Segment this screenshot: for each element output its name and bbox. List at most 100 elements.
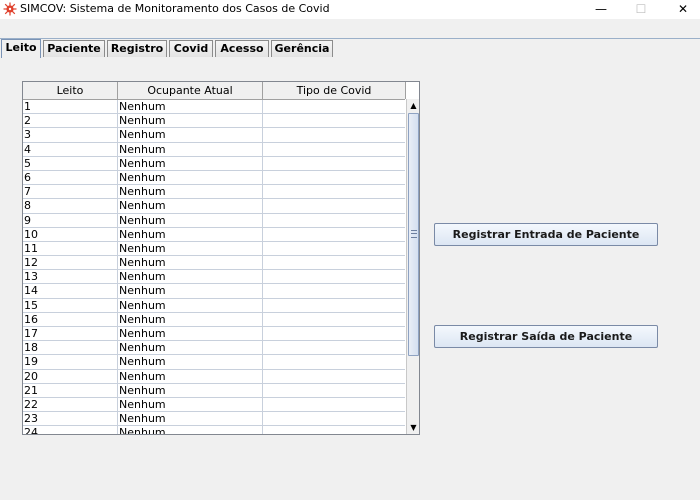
scroll-up-arrow-icon[interactable]: ▲	[407, 99, 419, 112]
cell-leito[interactable]: 13	[23, 270, 118, 285]
table-row[interactable]: 18 Nenhum	[23, 341, 405, 356]
cell-tipo-covid[interactable]	[263, 128, 405, 143]
cell-tipo-covid[interactable]	[263, 384, 405, 398]
cell-ocupante[interactable]: Nenhum	[118, 114, 263, 129]
cell-tipo-covid[interactable]	[263, 228, 405, 242]
cell-ocupante[interactable]: Nenhum	[118, 156, 263, 171]
table-row[interactable]: 8 Nenhum	[23, 199, 405, 214]
table-row[interactable]: 10 Nenhum	[23, 227, 405, 242]
cell-ocupante[interactable]: Nenhum	[118, 256, 263, 271]
tab-leito[interactable]: Leito	[1, 39, 41, 58]
cell-tipo-covid[interactable]	[263, 370, 405, 384]
tab-gerencia[interactable]: Gerência	[271, 40, 333, 57]
cell-tipo-covid[interactable]	[263, 199, 405, 214]
scrollbar-thumb[interactable]	[408, 113, 419, 356]
cell-tipo-covid[interactable]	[263, 284, 405, 299]
cell-ocupante[interactable]: Nenhum	[118, 426, 263, 434]
cell-ocupante[interactable]: Nenhum	[118, 170, 263, 186]
cell-tipo-covid[interactable]	[263, 299, 405, 313]
cell-tipo-covid[interactable]	[263, 341, 405, 356]
table-row[interactable]: 6 Nenhum	[23, 170, 405, 186]
table-row[interactable]: 21 Nenhum	[23, 383, 405, 398]
cell-ocupante[interactable]: Nenhum	[118, 397, 263, 413]
cell-leito[interactable]: 20	[23, 369, 118, 384]
cell-tipo-covid[interactable]	[263, 242, 405, 257]
cell-tipo-covid[interactable]	[263, 114, 405, 129]
table-row[interactable]: 23 Nenhum	[23, 412, 405, 427]
tab-covid[interactable]: Covid	[169, 40, 213, 57]
table-row[interactable]: 24 Nenhum	[23, 426, 405, 434]
cell-tipo-covid[interactable]	[263, 327, 405, 342]
cell-leito[interactable]: 15	[23, 298, 118, 313]
column-header-tipo-covid[interactable]: Tipo de Covid	[263, 82, 406, 99]
cell-leito[interactable]: 14	[23, 284, 118, 299]
scroll-down-arrow-icon[interactable]: ▼	[407, 421, 419, 434]
cell-tipo-covid[interactable]	[263, 270, 405, 285]
cell-leito[interactable]: 5	[23, 156, 118, 171]
cell-ocupante[interactable]: Nenhum	[118, 100, 263, 115]
cell-ocupante[interactable]: Nenhum	[118, 185, 263, 200]
table-row[interactable]: 13 Nenhum	[23, 270, 405, 285]
cell-leito[interactable]: 4	[23, 142, 118, 157]
cell-tipo-covid[interactable]	[263, 143, 405, 157]
cell-leito[interactable]: 23	[23, 412, 118, 427]
cell-leito[interactable]: 9	[23, 213, 118, 228]
cell-leito[interactable]: 16	[23, 312, 118, 327]
cell-tipo-covid[interactable]	[263, 157, 405, 171]
cell-leito[interactable]: 7	[23, 185, 118, 200]
beds-table[interactable]: Leito Ocupante Atual Tipo de Covid 1 Nenh…	[22, 81, 420, 435]
table-row[interactable]: 19 Nenhum	[23, 355, 405, 370]
cell-ocupante[interactable]: Nenhum	[118, 355, 263, 370]
cell-tipo-covid[interactable]	[263, 256, 405, 271]
cell-leito[interactable]: 19	[23, 355, 118, 370]
cell-ocupante[interactable]: Nenhum	[118, 227, 263, 242]
tab-acesso[interactable]: Acesso	[215, 40, 269, 57]
cell-ocupante[interactable]: Nenhum	[118, 128, 263, 143]
table-row[interactable]: 3 Nenhum	[23, 128, 405, 143]
cell-leito[interactable]: 12	[23, 256, 118, 271]
cell-leito[interactable]: 3	[23, 128, 118, 143]
table-row[interactable]: 5 Nenhum	[23, 156, 405, 171]
table-row[interactable]: 20 Nenhum	[23, 369, 405, 384]
cell-leito[interactable]: 21	[23, 383, 118, 398]
register-exit-button[interactable]: Registrar Saída de Paciente	[434, 325, 658, 348]
cell-ocupante[interactable]: Nenhum	[118, 412, 263, 427]
column-header-ocupante[interactable]: Ocupante Atual	[118, 82, 263, 99]
close-button[interactable]: ✕	[660, 0, 700, 19]
table-row[interactable]: 16 Nenhum	[23, 312, 405, 327]
table-row[interactable]: 11 Nenhum	[23, 241, 405, 257]
maximize-button[interactable]: ☐	[618, 0, 664, 19]
cell-ocupante[interactable]: Nenhum	[118, 213, 263, 228]
cell-ocupante[interactable]: Nenhum	[118, 312, 263, 327]
cell-leito[interactable]: 18	[23, 341, 118, 356]
cell-tipo-covid[interactable]	[263, 185, 405, 200]
cell-tipo-covid[interactable]	[263, 100, 405, 115]
cell-leito[interactable]: 8	[23, 199, 118, 214]
cell-ocupante[interactable]: Nenhum	[118, 270, 263, 285]
cell-ocupante[interactable]: Nenhum	[118, 298, 263, 313]
cell-ocupante[interactable]: Nenhum	[118, 341, 263, 356]
cell-ocupante[interactable]: Nenhum	[118, 241, 263, 257]
cell-ocupante[interactable]: Nenhum	[118, 142, 263, 157]
tab-registro[interactable]: Registro	[107, 40, 167, 57]
cell-tipo-covid[interactable]	[263, 214, 405, 228]
vertical-scrollbar[interactable]: ▲ ▼	[406, 99, 419, 434]
table-row[interactable]: 1 Nenhum	[23, 100, 405, 115]
cell-leito[interactable]: 24	[23, 426, 118, 434]
cell-leito[interactable]: 11	[23, 241, 118, 257]
cell-ocupante[interactable]: Nenhum	[118, 383, 263, 398]
cell-leito[interactable]: 1	[23, 100, 118, 115]
cell-leito[interactable]: 22	[23, 397, 118, 413]
table-row[interactable]: 17 Nenhum	[23, 327, 405, 342]
table-row[interactable]: 14 Nenhum	[23, 284, 405, 299]
cell-tipo-covid[interactable]	[263, 313, 405, 327]
cell-leito[interactable]: 10	[23, 227, 118, 242]
table-row[interactable]: 7 Nenhum	[23, 185, 405, 200]
table-row[interactable]: 22 Nenhum	[23, 397, 405, 413]
tab-paciente[interactable]: Paciente	[43, 40, 105, 57]
cell-tipo-covid[interactable]	[263, 171, 405, 186]
table-row[interactable]: 4 Nenhum	[23, 142, 405, 157]
cell-leito[interactable]: 17	[23, 327, 118, 342]
cell-ocupante[interactable]: Nenhum	[118, 284, 263, 299]
cell-leito[interactable]: 2	[23, 114, 118, 129]
